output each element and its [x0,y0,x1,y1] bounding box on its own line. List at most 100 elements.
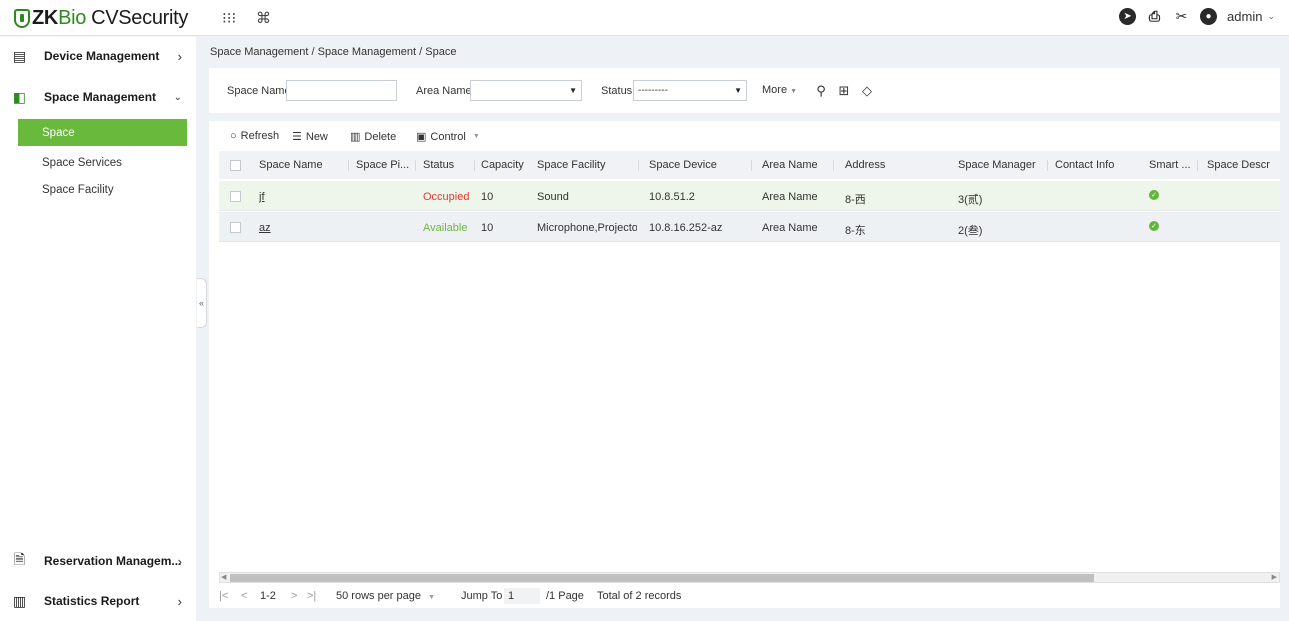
app-logo[interactable]: ZK Bio CVSecurity [14,6,188,30]
first-page-icon[interactable]: |< [219,590,228,602]
sidebar: ▤ Device Management › ◧ Space Management… [0,37,196,621]
row-checkbox[interactable] [230,191,241,202]
select-all-checkbox[interactable] [230,160,241,171]
column-header[interactable]: Space Pi... [348,159,418,171]
column-header[interactable]: Area Name [751,159,831,171]
clear-eraser-icon[interactable]: ◇ [856,80,878,101]
delete-button[interactable]: ▥ Delete [350,130,397,144]
horizontal-scrollbar[interactable]: ◀ ▶ [219,572,1280,583]
link-icon[interactable]: ✂ [1173,8,1190,25]
control-label: Control [430,130,466,143]
column-header[interactable]: Space Manager [958,159,1048,171]
pagination: |< < 1-2 > >| 50 rows per page ▼ Jump To… [219,588,919,604]
column-header[interactable]: Capacity [474,159,534,171]
sidebar-item-space[interactable]: Space [18,119,187,146]
total-records: Total of 2 records [597,590,682,602]
more-filters-button[interactable]: More ▼ [762,84,797,96]
sidebar-item-space-services[interactable]: Space Services [18,149,187,176]
filter-panel: Space Name Area Name ▼ Status --------- … [209,68,1280,113]
column-header[interactable]: Space Facility [537,159,637,171]
compass-icon[interactable]: ➤ [1119,8,1137,25]
apps-grid-icon[interactable]: ⁝⁝⁝ [222,9,236,27]
column-header[interactable]: Status [415,159,475,171]
row-checkbox[interactable] [230,222,241,233]
status-available: Available [423,222,468,234]
table-row[interactable]: jf Occupied 10 Sound 10.8.51.2 Area Name… [219,181,1280,211]
scroll-right-arrow-icon[interactable]: ▶ [1272,573,1277,582]
space-name-link[interactable]: az [259,222,271,234]
column-header[interactable]: Address [833,159,913,171]
prev-page-icon[interactable]: < [241,590,247,602]
sidebar-group-statistics-report[interactable]: ▥ Statistics Report › [0,582,196,620]
app-download-icon[interactable]: ⎙ [1146,8,1163,25]
status-label: Status [601,85,633,97]
status-select[interactable]: --------- ▼ [633,80,747,101]
space-icon: ◧ [12,88,27,105]
area-cell: Area Name [762,191,818,203]
column-header[interactable]: Smart ... [1149,159,1199,171]
chevron-right-icon: › [177,593,182,609]
device-cell: 10.8.51.2 [649,191,695,203]
reservation-icon: 🗎 [13,551,26,567]
sidebar-collapse-handle[interactable]: « [197,278,207,328]
chevron-right-icon: › [177,48,182,64]
control-button[interactable]: ▣ Control ▼ [416,130,480,144]
next-page-icon[interactable]: > [291,590,297,602]
sidebar-group-label: Statistics Report [44,594,140,608]
rows-per-page-label: 50 rows per page [336,590,421,602]
area-cell: Area Name [762,222,818,234]
logo-cvsecurity-text: CVSecurity [91,6,189,29]
sidebar-group-label: Device Management [44,49,160,63]
new-label: New [305,130,328,143]
refresh-label: Refresh [240,130,280,142]
space-name-input[interactable] [286,80,397,101]
monitor-icon: ▣ [416,131,427,143]
sidebar-item-space-facility[interactable]: Space Facility [18,176,187,203]
area-name-label: Area Name [416,85,472,97]
table-row[interactable]: az Available 10 Microphone,Projecto 10.8… [219,212,1280,242]
advanced-search-icon[interactable]: ⊞ [833,80,855,101]
jump-to-label: Jump To [461,590,503,602]
address-cell: 8-东 [845,225,866,237]
rows-per-page-select[interactable]: 50 rows per page ▼ [336,590,435,602]
column-header[interactable]: Space Descr [1197,159,1280,171]
sidebar-group-device-management[interactable]: ▤ Device Management › [0,37,196,75]
scroll-left-arrow-icon[interactable]: ◀ [221,573,226,582]
statistics-icon: ▥ [12,592,27,609]
space-name-link[interactable]: jf [259,191,265,203]
device-icon: ▤ [12,47,27,64]
chevron-down-icon[interactable]: ⌄ [1267,11,1275,22]
check-circle-icon: ✓ [1149,221,1159,231]
scrollbar-thumb[interactable] [230,574,1094,582]
refresh-button[interactable]: ○ Refresh [230,130,279,142]
status-occupied: Occupied [423,191,470,203]
new-icon: ☰ [292,131,302,143]
caret-down-icon: ▼ [734,86,742,95]
area-name-select[interactable]: ▼ [470,80,582,101]
page-range: 1-2 [260,590,276,602]
top-bar: ZK Bio CVSecurity ⁝⁝⁝ ⌘ ➤ ⎙ ✂ ● admin ⌄ [0,0,1289,36]
caret-down-icon: ▼ [428,594,435,601]
column-header[interactable]: Space Name [259,159,349,171]
user-avatar-icon[interactable]: ● [1200,8,1218,25]
column-header[interactable]: Contact Info [1047,159,1127,171]
delete-label: Delete [364,130,397,143]
sidebar-group-space-management[interactable]: ◧ Space Management ⌄ [0,78,196,116]
logo-bio-text: Bio [58,6,87,29]
search-icon[interactable]: ⚲ [810,80,832,101]
sidebar-group-reservation-management[interactable]: 🗎 Reservation Managem... › [0,542,196,580]
user-area: ➤ ⎙ ✂ ● admin ⌄ [1119,8,1275,25]
table-header: Space Name Space Pi... Status Capacity S… [219,151,1280,179]
command-icon[interactable]: ⌘ [256,9,271,27]
column-header[interactable]: Space Device [638,159,738,171]
user-name[interactable]: admin [1227,9,1262,24]
jump-to-page-input[interactable] [504,588,540,604]
last-page-icon[interactable]: >| [307,590,316,602]
page-total: /1 Page [546,590,584,602]
new-button[interactable]: ☰ New [292,130,328,144]
main-panel: ○ Refresh ☰ New ▥ Delete ▣ Control ▼ Spa… [209,121,1280,608]
logo-zk-text: ZK [32,6,59,29]
refresh-icon: ○ [230,130,237,142]
capacity-cell: 10 [481,222,494,234]
capacity-cell: 10 [481,191,494,203]
